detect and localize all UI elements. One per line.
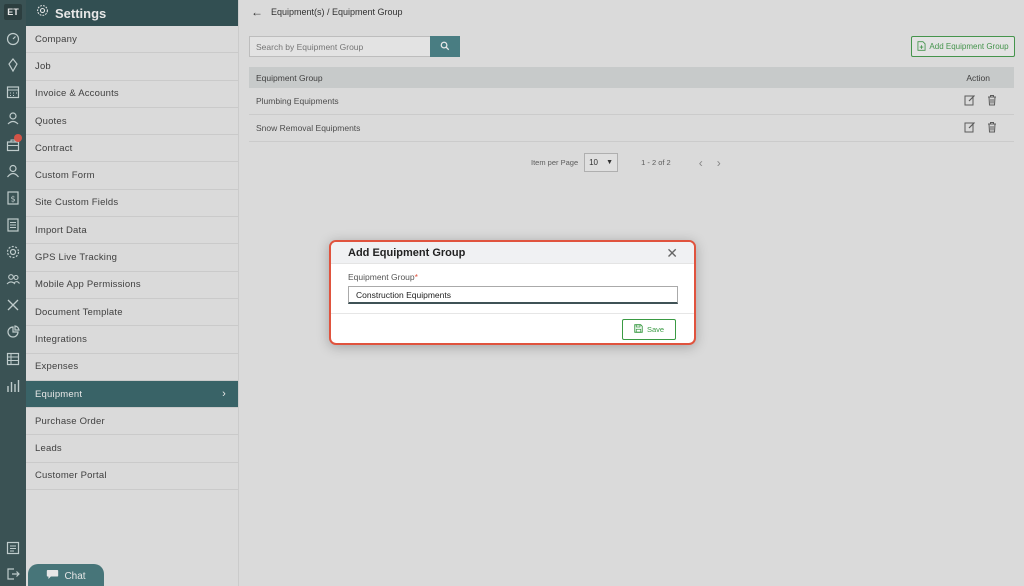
dialog-body: Equipment Group* (331, 264, 694, 314)
close-icon[interactable]: ✕ (666, 246, 678, 260)
field-label: Equipment Group* (348, 272, 677, 282)
dialog-header: Add Equipment Group ✕ (331, 242, 694, 264)
dialog-title: Add Equipment Group (348, 246, 466, 259)
required-mark: * (414, 272, 418, 282)
floppy-disk-icon (634, 324, 643, 335)
equipment-group-field[interactable] (348, 286, 678, 304)
save-label: Save (646, 325, 665, 334)
save-button[interactable]: Save (622, 319, 676, 340)
dialog-footer: Save (331, 314, 694, 343)
add-equipment-group-dialog: Add Equipment Group ✕ Equipment Group* S… (329, 240, 696, 345)
field-label-text: Equipment Group (348, 272, 415, 282)
